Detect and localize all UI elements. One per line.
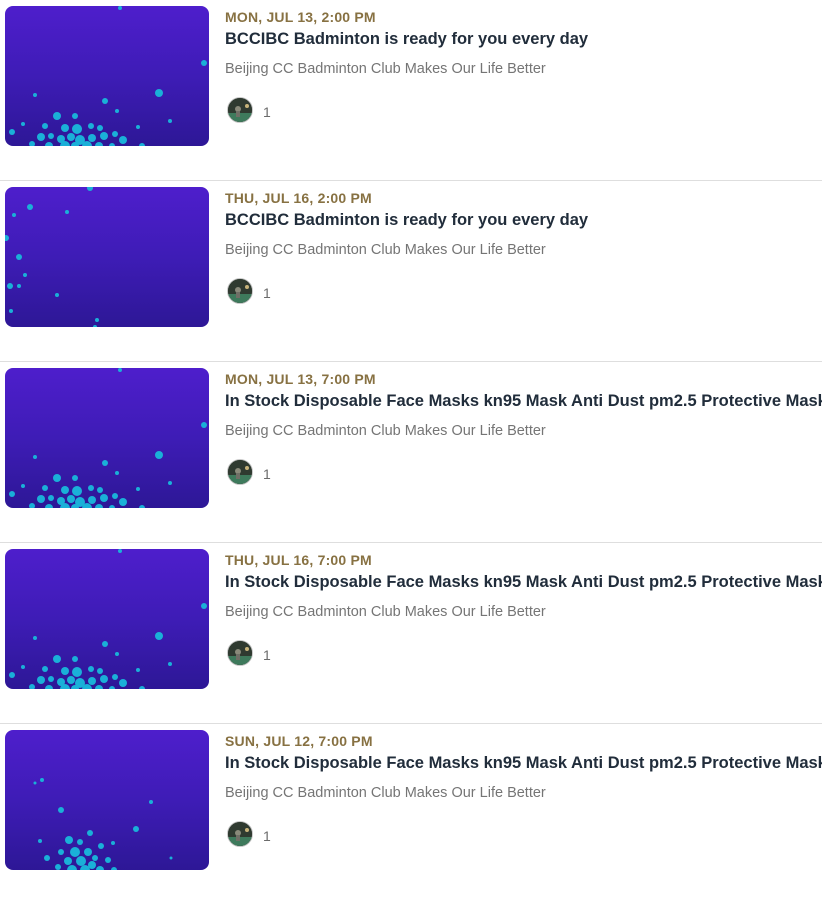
thumbnail-dots-pattern	[9, 549, 207, 689]
attendee-count: 1	[263, 466, 271, 482]
attendee-avatar[interactable]	[227, 278, 253, 304]
event-group-name: Beijing CC Badminton Club Makes Our Life…	[225, 242, 546, 258]
event-thumbnail[interactable]	[5, 6, 209, 146]
event-group-name: Beijing CC Badminton Club Makes Our Life…	[225, 61, 546, 77]
event-card[interactable]: MON, JUL 13, 7:00 PM In Stock Disposable…	[0, 362, 822, 543]
event-group-name: Beijing CC Badminton Club Makes Our Life…	[225, 604, 546, 620]
event-thumbnail[interactable]	[5, 368, 209, 508]
attendee-count: 1	[263, 828, 271, 844]
event-title[interactable]: In Stock Disposable Face Masks kn95 Mask…	[225, 754, 822, 773]
event-title[interactable]: BCCIBC Badminton is ready for you every …	[225, 211, 588, 230]
event-thumbnail[interactable]	[5, 730, 209, 870]
thumbnail-dots-pattern	[33, 778, 173, 870]
event-group-name: Beijing CC Badminton Club Makes Our Life…	[225, 423, 546, 439]
thumbnail-dots-pattern	[9, 368, 207, 508]
event-date: MON, JUL 13, 2:00 PM	[225, 9, 376, 25]
event-card[interactable]: THU, JUL 16, 2:00 PM BCCIBC Badminton is…	[0, 181, 822, 362]
event-card[interactable]: SUN, JUL 12, 7:00 PM In Stock Disposable…	[0, 724, 822, 905]
attendee-avatar[interactable]	[227, 459, 253, 485]
event-title[interactable]: BCCIBC Badminton is ready for you every …	[225, 30, 588, 49]
event-date: SUN, JUL 12, 7:00 PM	[225, 733, 373, 749]
event-date: THU, JUL 16, 7:00 PM	[225, 552, 372, 568]
attendee-count: 1	[263, 647, 271, 663]
attendee-avatar[interactable]	[227, 821, 253, 847]
event-title[interactable]: In Stock Disposable Face Masks kn95 Mask…	[225, 573, 822, 592]
event-group-name: Beijing CC Badminton Club Makes Our Life…	[225, 785, 546, 801]
event-date: MON, JUL 13, 7:00 PM	[225, 371, 376, 387]
event-list: MON, JUL 13, 2:00 PM BCCIBC Badminton is…	[0, 0, 822, 905]
event-title[interactable]: In Stock Disposable Face Masks kn95 Mask…	[225, 392, 822, 411]
event-thumbnail[interactable]	[5, 549, 209, 689]
attendee-count: 1	[263, 104, 271, 120]
event-card[interactable]: MON, JUL 13, 2:00 PM BCCIBC Badminton is…	[0, 0, 822, 181]
thumbnail-dots-pattern	[9, 6, 207, 146]
attendee-count: 1	[263, 285, 271, 301]
event-date: THU, JUL 16, 2:00 PM	[225, 190, 372, 206]
event-card[interactable]: THU, JUL 16, 7:00 PM In Stock Disposable…	[0, 543, 822, 724]
attendee-avatar[interactable]	[227, 640, 253, 666]
thumbnail-dots-pattern	[5, 187, 99, 327]
attendee-avatar[interactable]	[227, 97, 253, 123]
event-thumbnail[interactable]	[5, 187, 209, 327]
